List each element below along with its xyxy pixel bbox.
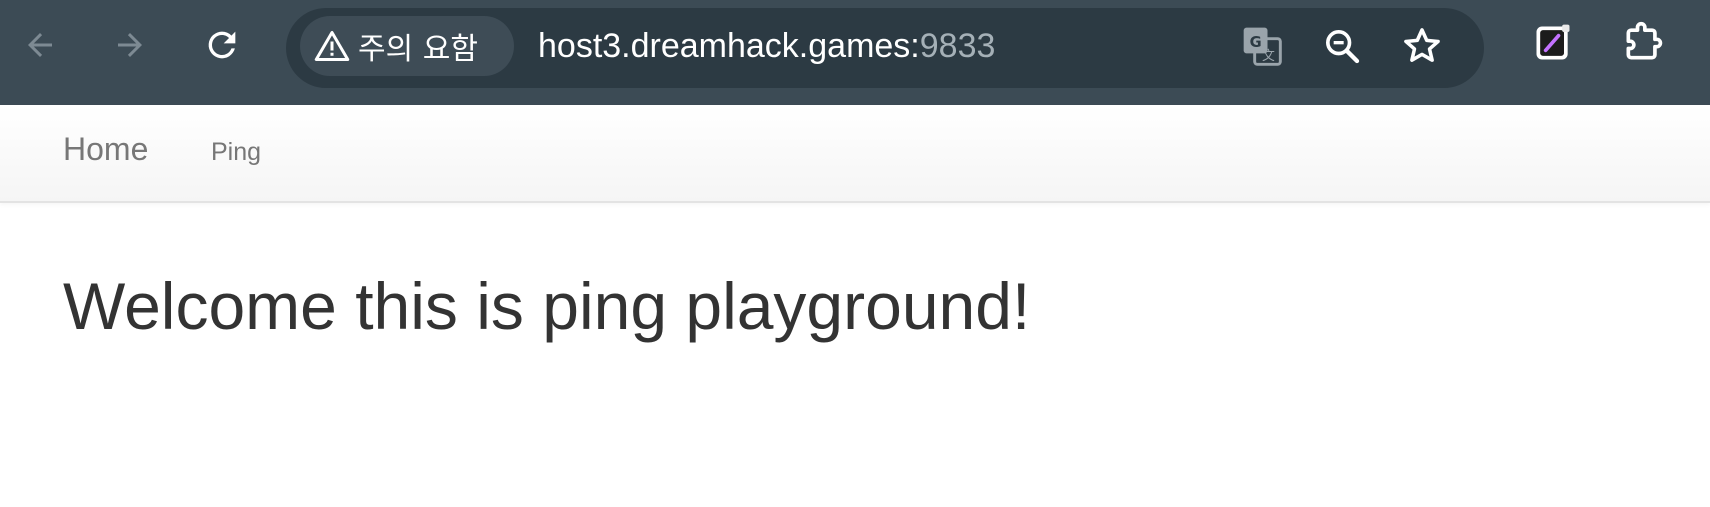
url-host: host3.dreamhack.games:: [538, 27, 920, 65]
url-text[interactable]: host3.dreamhack.games:9833: [538, 26, 995, 66]
translate-button[interactable]: G 文: [1238, 24, 1286, 72]
navbar-brand-home[interactable]: Home: [63, 131, 148, 168]
extension-app-button[interactable]: [1528, 20, 1578, 70]
site-navbar: Home Ping: [0, 105, 1710, 203]
reload-icon: [202, 25, 242, 65]
browser-toolbar: 주의 요함 host3.dreamhack.games:9833 G 文: [0, 0, 1710, 105]
svg-text:文: 文: [1262, 48, 1275, 63]
address-bar[interactable]: 주의 요함 host3.dreamhack.games:9833 G 文: [286, 8, 1484, 88]
reload-button[interactable]: [195, 18, 249, 72]
notepad-extension-icon: [1531, 21, 1575, 70]
security-chip[interactable]: 주의 요함: [300, 16, 514, 76]
url-port: 9833: [919, 27, 996, 65]
zoom-out-icon: [1322, 26, 1362, 71]
warning-triangle-icon: [312, 26, 352, 66]
forward-button[interactable]: [103, 18, 157, 72]
arrow-left-icon: [22, 27, 58, 63]
zoom-button[interactable]: [1318, 24, 1366, 72]
security-chip-label: 주의 요함: [358, 32, 478, 67]
nav-link-ping[interactable]: Ping: [211, 138, 261, 167]
bookmark-button[interactable]: [1398, 24, 1446, 72]
back-button[interactable]: [13, 18, 67, 72]
extensions-button[interactable]: [1618, 20, 1668, 70]
arrow-right-icon: [112, 27, 148, 63]
svg-text:G: G: [1250, 33, 1262, 50]
translate-icon: G 文: [1240, 24, 1284, 73]
puzzle-piece-icon: [1621, 21, 1665, 70]
star-icon: [1401, 25, 1443, 72]
page-title: Welcome this is ping playground!: [63, 269, 1031, 343]
